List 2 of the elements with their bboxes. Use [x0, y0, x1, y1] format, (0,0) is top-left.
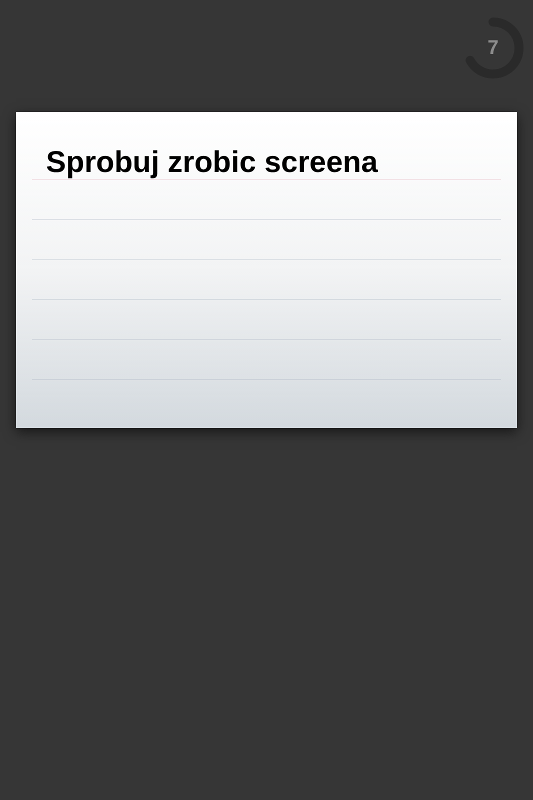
- countdown-number: 7: [487, 36, 499, 61]
- card-title: Sprobuj zrobic screena: [46, 148, 378, 179]
